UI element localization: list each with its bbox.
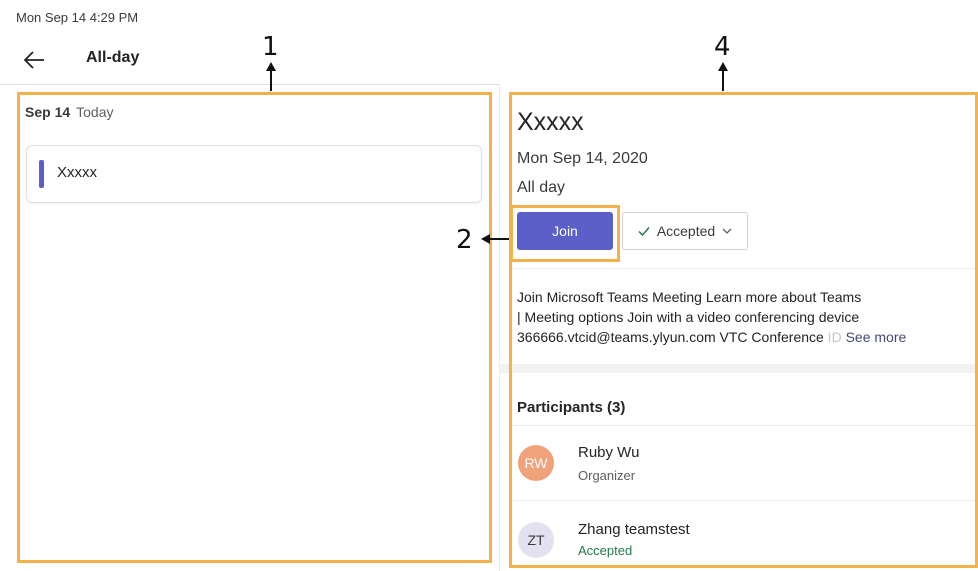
annotation-label-4: 4	[714, 32, 731, 62]
annotation-arrow-2	[489, 238, 509, 240]
arrow-left-icon	[481, 234, 490, 244]
status-datetime: Mon Sep 14 4:29 PM	[16, 10, 139, 25]
arrow-up-icon	[718, 62, 728, 71]
annotation-box-2	[510, 205, 620, 262]
annotation-label-1: 1	[262, 32, 279, 62]
header-divider	[0, 84, 500, 85]
arrow-left-icon	[23, 51, 44, 69]
page-title: All-day	[86, 49, 140, 66]
arrow-up-icon	[266, 62, 276, 71]
back-button[interactable]	[20, 46, 48, 74]
annotation-label-2: 2	[456, 225, 473, 255]
pane-divider	[499, 84, 500, 571]
annotation-box-1	[17, 92, 492, 563]
annotation-box-4	[509, 92, 978, 568]
